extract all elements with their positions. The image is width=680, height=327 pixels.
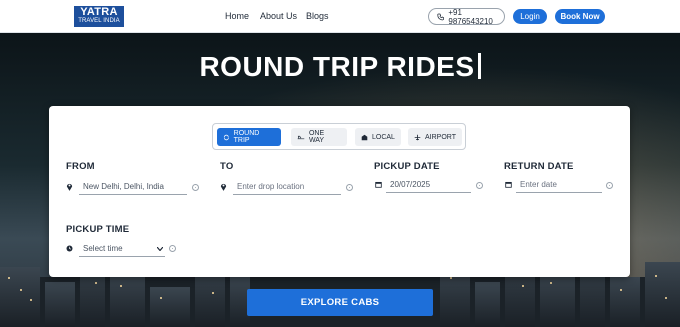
pickup-time-value: Select time (83, 244, 123, 253)
clear-from-icon[interactable] (192, 184, 199, 191)
logo-subtitle: TRAVEL INDIA (78, 18, 120, 24)
pickup-date-field[interactable]: 20/07/2025 (386, 177, 471, 193)
pickup-date-label: PICKUP DATE (374, 161, 440, 172)
booking-card: ROUND TRIP ONE WAY LOCAL AIRPORT FROM Ne… (49, 106, 630, 277)
calendar-icon (375, 181, 382, 188)
nav-blogs[interactable]: Blogs (306, 11, 329, 21)
phone-button[interactable]: +91 9876543210 (428, 7, 505, 26)
site-header: YATRA TRAVEL INDIA Home About Us Blogs +… (0, 0, 680, 33)
logo-title: YATRA (80, 6, 118, 18)
tab-airport-label: AIRPORT (425, 133, 456, 141)
tab-local-label: LOCAL (372, 133, 395, 141)
to-field[interactable]: Enter drop location (233, 179, 341, 195)
clear-return-date-icon[interactable] (606, 182, 613, 189)
return-date-placeholder: Enter date (520, 180, 557, 189)
from-value: New Delhi, Delhi, India (83, 182, 164, 191)
calendar-icon (505, 181, 512, 188)
clear-pickup-time-icon[interactable] (169, 245, 176, 252)
phone-number: +91 9876543210 (448, 7, 493, 26)
local-icon (361, 134, 368, 140)
from-field[interactable]: New Delhi, Delhi, India (79, 179, 187, 195)
logo[interactable]: YATRA TRAVEL INDIA (74, 6, 124, 27)
airport-icon (414, 134, 421, 140)
hero-title-text: ROUND TRIP RIDES (199, 51, 475, 82)
typing-cursor (477, 53, 481, 79)
clear-pickup-date-icon[interactable] (476, 182, 483, 189)
phone-icon (437, 13, 445, 20)
return-date-field[interactable]: Enter date (516, 177, 602, 193)
hero-title: ROUND TRIP RIDES (0, 51, 680, 83)
pickup-time-select[interactable]: Select time (79, 241, 165, 257)
tab-local[interactable]: LOCAL (355, 128, 401, 146)
nav-home[interactable]: Home (225, 11, 249, 21)
to-label: TO (220, 161, 234, 172)
clock-icon (66, 245, 73, 252)
tab-round-trip-label: ROUND TRIP (233, 130, 260, 144)
login-button[interactable]: Login (513, 9, 547, 24)
trip-type-tabs: ROUND TRIP ONE WAY LOCAL AIRPORT (212, 123, 466, 150)
location-pin-icon (220, 183, 227, 191)
from-label: FROM (66, 161, 95, 172)
return-date-label: RETURN DATE (504, 161, 574, 172)
pickup-date-value: 20/07/2025 (390, 180, 431, 189)
plane-icon (297, 135, 305, 139)
nav-about-us[interactable]: About Us (260, 11, 297, 21)
clear-to-icon[interactable] (346, 184, 353, 191)
location-pin-icon (66, 183, 73, 191)
pickup-time-label: PICKUP TIME (66, 224, 130, 235)
tab-one-way[interactable]: ONE WAY (291, 128, 347, 146)
explore-cabs-button[interactable]: EXPLORE CABS (247, 289, 433, 316)
book-now-button[interactable]: Book Now (555, 9, 605, 24)
tab-round-trip[interactable]: ROUND TRIP (217, 128, 281, 146)
chevron-down-icon (157, 247, 163, 251)
to-placeholder: Enter drop location (237, 182, 305, 191)
round-trip-icon (223, 134, 229, 140)
tab-one-way-label: ONE WAY (308, 130, 325, 144)
tab-airport[interactable]: AIRPORT (408, 128, 462, 146)
